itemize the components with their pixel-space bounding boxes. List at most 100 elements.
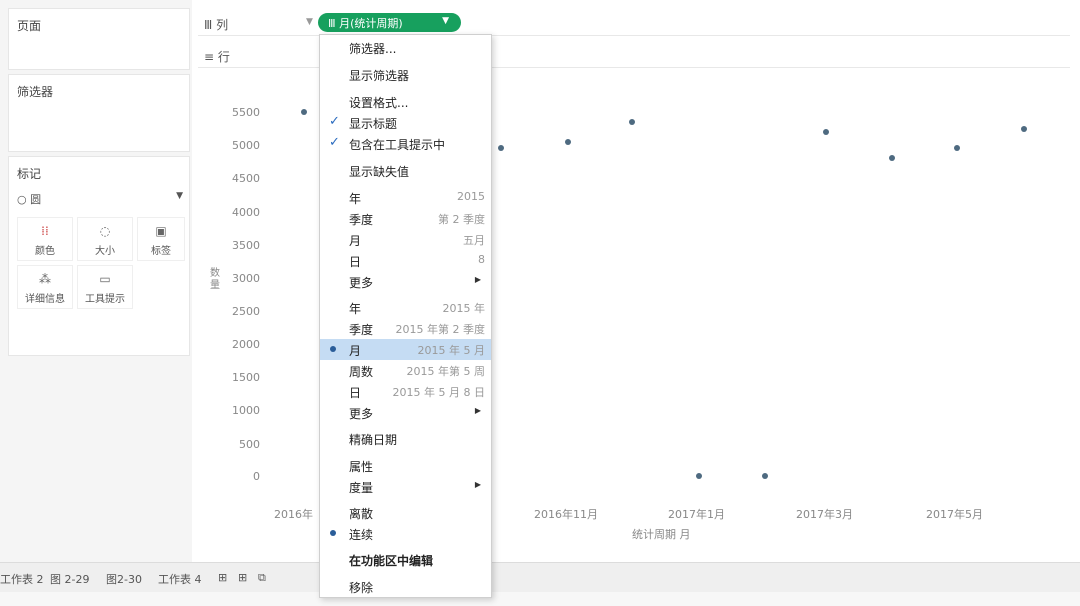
filters-title: 筛选器 — [17, 85, 54, 99]
y-tick: 500 — [239, 438, 260, 451]
size-button[interactable]: ◌ 大小 — [77, 217, 133, 261]
size-icon: ◌ — [99, 224, 111, 238]
scatter-point[interactable] — [823, 128, 829, 135]
menu-item-more-continuous[interactable]: 更多 ▶ — [320, 402, 491, 423]
scatter-point[interactable] — [696, 473, 702, 479]
y-tick: 0 — [253, 470, 260, 483]
checkmark-icon: ✓ — [329, 114, 340, 129]
submenu-arrow-icon: ▶ — [474, 480, 481, 489]
y-tick: 4500 — [232, 172, 260, 185]
month-field-pill[interactable]: Ⅲ 月(统计周期) ▼ — [318, 13, 461, 32]
y-tick: 5500 — [232, 106, 260, 119]
y-tick: 3500 — [232, 239, 260, 252]
new-sheet-icon[interactable]: ⊞ — [218, 571, 227, 584]
menu-item-month-discrete[interactable]: 月五月 — [320, 229, 491, 250]
pages-title: 页面 — [17, 19, 42, 33]
menu-item-discrete[interactable]: 离散 — [320, 502, 491, 523]
sheet-tabs-bar: 工作表 2 图 2-29 图2-30 工作表 4 ⊞ ⊞ ⧉ — [0, 562, 1080, 592]
selected-bullet-icon — [330, 530, 336, 536]
menu-item-show-header[interactable]: ✓ 显示标题 — [320, 112, 491, 133]
mark-type-label: ○ 圆 — [17, 193, 42, 206]
sheet-tab[interactable]: 工作表 4 — [158, 571, 202, 587]
menu-item-format[interactable]: 设置格式... — [320, 91, 491, 112]
new-dashboard-icon[interactable]: ⊞ — [238, 571, 247, 584]
menu-item-show-missing[interactable]: 显示缺失值 — [320, 160, 491, 181]
marks-title: 标记 — [17, 167, 42, 181]
scatter-point[interactable] — [629, 118, 635, 125]
scatter-point[interactable] — [954, 145, 960, 152]
x-tick: 2017年1月 — [668, 508, 725, 521]
menu-item-week-continuous[interactable]: 周数 2015 年第 5 周 — [320, 360, 491, 381]
x-tick: 2017年5月 — [926, 508, 983, 521]
menu-item-day-discrete[interactable]: 日8 — [320, 250, 491, 271]
submenu-arrow-icon: ▶ — [474, 406, 481, 415]
scatter-point[interactable] — [301, 109, 307, 115]
marks-panel: 标记 ○ 圆 ▼ ⁞⁞ 颜色 ◌ 大小 ▣ 标签 ⁂ 详细信息 ▭ 工具提示 — [8, 156, 190, 356]
sheet-tab[interactable]: 图 2-29 — [50, 571, 89, 587]
pill-label: Ⅲ 月(统计周期) — [328, 17, 403, 30]
y-tick: 2000 — [232, 338, 260, 351]
x-tick: 2016年 — [274, 508, 313, 521]
chevron-down-icon: ▼ — [306, 17, 313, 27]
menu-item-remove[interactable]: 移除 — [320, 576, 491, 597]
x-axis-label: 统计周期 月 — [632, 528, 691, 541]
y-tick: 3000 — [232, 272, 260, 285]
tooltip-button[interactable]: ▭ 工具提示 — [77, 265, 133, 309]
scatter-point[interactable] — [762, 473, 768, 479]
left-panel: 页面 筛选器 标记 ○ 圆 ▼ ⁞⁞ 颜色 ◌ 大小 ▣ 标签 ⁂ 详细信息 ▭… — [0, 0, 192, 562]
tooltip-icon: ▭ — [99, 272, 111, 286]
sheet-tab[interactable]: 工作表 2 — [0, 571, 44, 587]
menu-item-more-discrete[interactable]: 更多 ▶ — [320, 271, 491, 292]
columns-shelf-label: Ⅲ 列 — [204, 18, 229, 32]
color-icon: ⁞⁞ — [41, 224, 49, 238]
label-label: 标签 — [151, 246, 171, 257]
filters-panel: 筛选器 — [8, 74, 190, 152]
scatter-point[interactable] — [889, 155, 895, 162]
new-story-icon[interactable]: ⧉ — [258, 571, 266, 585]
menu-item-year-continuous[interactable]: 年 2015 年 — [320, 297, 491, 318]
tooltip-label: 工具提示 — [85, 294, 125, 305]
menu-item-quarter-continuous[interactable]: 季度 2015 年第 2 季度 — [320, 318, 491, 339]
menu-item-filter[interactable]: 筛选器... — [320, 37, 491, 58]
label-button[interactable]: ▣ 标签 — [137, 217, 185, 261]
checkmark-icon: ✓ — [329, 135, 340, 150]
mark-type-dropdown[interactable]: ○ 圆 ▼ — [17, 191, 183, 209]
rows-shelf-label: ≡ 行 — [204, 50, 230, 64]
pages-panel: 页面 — [8, 8, 190, 70]
menu-item-exact-date[interactable]: 精确日期 — [320, 428, 491, 449]
menu-item-year-discrete[interactable]: 年 2015 — [320, 187, 491, 208]
detail-label: 详细信息 — [25, 294, 65, 305]
scatter-point[interactable] — [498, 145, 504, 152]
y-tick: 4000 — [232, 206, 260, 219]
columns-shelf[interactable]: Ⅲ 列 ▼ Ⅲ 月(统计周期) ▼ — [198, 10, 1070, 36]
label-icon: ▣ — [155, 224, 167, 238]
menu-item-day-continuous[interactable]: 日 2015 年 5 月 8 日 — [320, 381, 491, 402]
menu-item-continuous[interactable]: 连续 — [320, 523, 491, 544]
scatter-point[interactable] — [1021, 125, 1027, 132]
menu-item-quarter-discrete[interactable]: 季度第 2 季度 — [320, 208, 491, 229]
y-tick: 2500 — [232, 305, 260, 318]
color-button[interactable]: ⁞⁞ 颜色 — [17, 217, 73, 261]
menu-item-edit-in-shelf[interactable]: 在功能区中编辑 — [320, 549, 491, 570]
menu-item-measure[interactable]: 度量 ▶ — [320, 476, 491, 497]
menu-item-include-tooltip[interactable]: ✓ 包含在工具提示中 — [320, 133, 491, 154]
x-tick: 2016年11月 — [534, 508, 598, 521]
menu-item-show-filter[interactable]: 显示筛选器 — [320, 64, 491, 85]
selected-bullet-icon — [330, 346, 336, 352]
submenu-arrow-icon: ▶ — [474, 275, 481, 284]
scatter-point[interactable] — [565, 138, 571, 145]
detail-button[interactable]: ⁂ 详细信息 — [17, 265, 73, 309]
menu-item-attribute[interactable]: 属性 — [320, 455, 491, 476]
chevron-down-icon: ▼ — [442, 16, 449, 26]
x-tick: 2017年3月 — [796, 508, 853, 521]
chevron-down-icon: ▼ — [176, 191, 183, 201]
status-bar — [0, 592, 1080, 606]
menu-item-month-continuous[interactable]: 月 2015 年 5 月 — [320, 339, 491, 360]
y-tick: 5000 — [232, 139, 260, 152]
sheet-tab[interactable]: 图2-30 — [106, 571, 142, 587]
size-label: 大小 — [95, 246, 115, 257]
y-tick: 1500 — [232, 371, 260, 384]
field-context-menu: 筛选器... 显示筛选器 设置格式... ✓ 显示标题 ✓ 包含在工具提示中 显示缺… — [319, 34, 492, 598]
color-label: 颜色 — [35, 246, 55, 257]
detail-icon: ⁂ — [39, 272, 51, 286]
